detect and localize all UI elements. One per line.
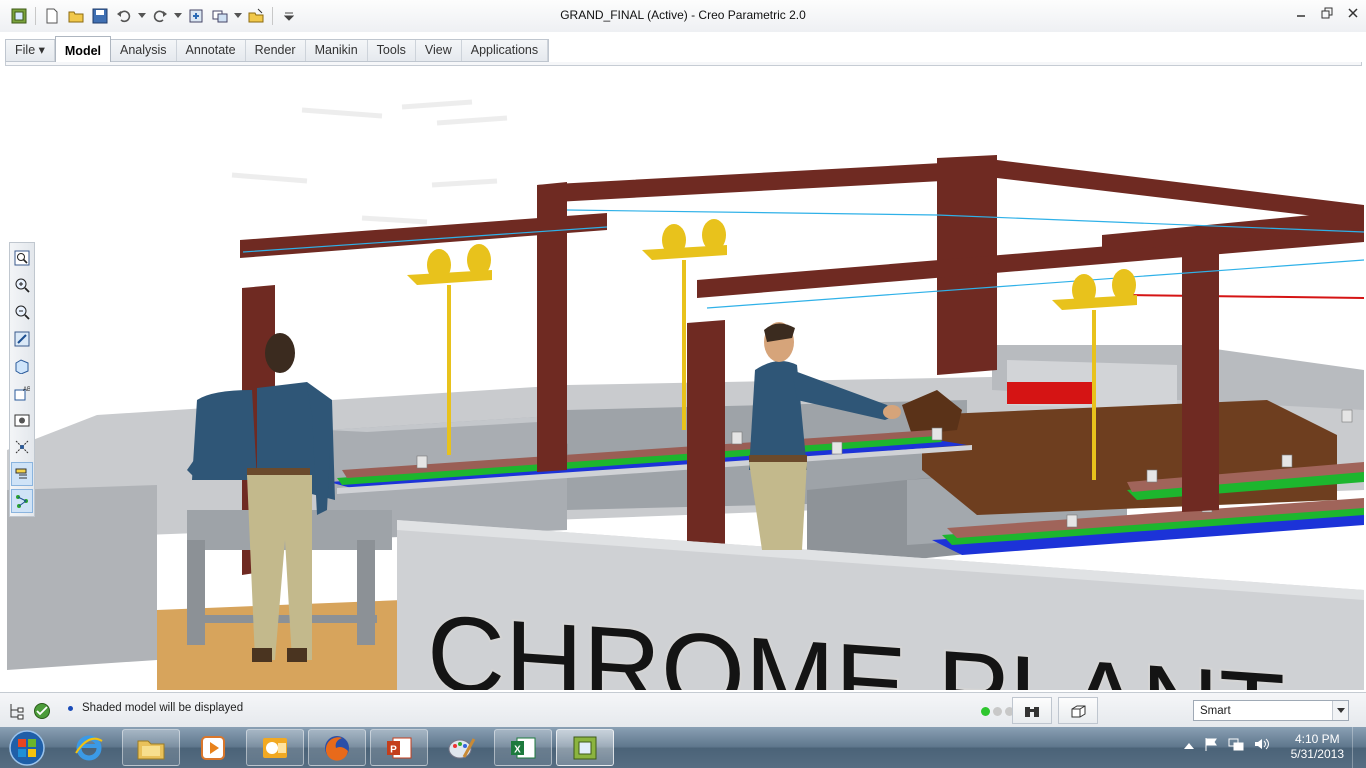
taskbar-internet-explorer[interactable] <box>60 729 118 766</box>
clock-date: 5/31/2013 <box>1290 747 1344 761</box>
tab-tools[interactable]: Tools <box>368 40 416 61</box>
tab-analysis[interactable]: Analysis <box>111 40 177 61</box>
model-3d-scene[interactable]: CHROME PLANT <box>7 70 1364 690</box>
volume-icon[interactable] <box>1254 737 1270 754</box>
regenerate-icon[interactable] <box>185 5 207 27</box>
graphics-window[interactable]: CHROME PLANT AB <box>7 70 1364 690</box>
windows-icon[interactable] <box>209 5 231 27</box>
tab-annotate[interactable]: Annotate <box>177 40 246 61</box>
spin-center-icon[interactable] <box>11 489 33 513</box>
redo-dropdown-icon[interactable] <box>173 5 183 27</box>
excel-icon: X <box>511 737 536 758</box>
status-message: Shaded model will be displayed <box>82 702 244 714</box>
annotation-display-icon[interactable] <box>11 462 33 486</box>
smart-filter-select[interactable]: Smart <box>1193 700 1349 721</box>
regen-green-dot-icon <box>981 707 990 716</box>
datum-display-icon[interactable] <box>11 435 33 459</box>
internet-explorer-icon <box>75 735 103 760</box>
view-manager-icon[interactable] <box>11 408 33 432</box>
creo-icon <box>573 736 597 759</box>
quick-access-toolbar <box>0 0 300 32</box>
view-toolbar: AB <box>9 242 35 517</box>
powerpoint-icon: P <box>387 737 412 758</box>
show-desktop-button[interactable] <box>1352 727 1366 768</box>
windows-dropdown-icon[interactable] <box>233 5 243 27</box>
new-icon[interactable] <box>41 5 63 27</box>
network-icon[interactable] <box>1228 737 1244 754</box>
open-icon[interactable] <box>65 5 87 27</box>
regeneration-status <box>981 707 1014 716</box>
tab-file[interactable]: File ▾ <box>6 40 55 61</box>
repaint-icon[interactable] <box>11 327 33 351</box>
taskbar-firefox[interactable] <box>308 729 366 766</box>
svg-text:X: X <box>514 744 521 755</box>
window-controls <box>1288 0 1366 26</box>
outlook-icon <box>263 737 287 758</box>
taskbar-powerpoint[interactable]: P <box>370 729 428 766</box>
restore-icon[interactable] <box>1314 0 1340 26</box>
message-area: Shaded model will be displayed <box>68 702 243 714</box>
taskbar-excel[interactable]: X <box>494 729 552 766</box>
selection-filter-button[interactable] <box>1058 697 1098 724</box>
clock-time: 4:10 PM <box>1294 732 1340 746</box>
system-tray <box>1184 737 1270 754</box>
show-hidden-icons-icon[interactable] <box>1184 739 1194 753</box>
chevron-down-icon[interactable] <box>1332 701 1348 720</box>
regen-grey-dot-icon <box>993 707 1002 716</box>
firefox-icon <box>325 735 349 761</box>
close-window-icon[interactable] <box>245 5 267 27</box>
title-bar: GRAND_FINAL (Active) - Creo Parametric 2… <box>0 0 1366 32</box>
svg-text:P: P <box>390 744 397 755</box>
svg-text:AB: AB <box>23 387 30 393</box>
filter-value: Smart <box>1200 704 1231 717</box>
taskbar-creo[interactable] <box>556 729 614 766</box>
undo-icon[interactable] <box>113 5 135 27</box>
creo-app-window: GRAND_FINAL (Active) - Creo Parametric 2… <box>0 0 1366 768</box>
ribbon-tabs: File ▾ Model Analysis Annotate Render Ma… <box>5 36 550 62</box>
saved-views-icon[interactable]: AB <box>11 381 33 405</box>
ribbon-tab-bar: File ▾ Model Analysis Annotate Render Ma… <box>0 36 1366 89</box>
find-button[interactable] <box>1012 697 1052 724</box>
redo-icon[interactable] <box>149 5 171 27</box>
zoom-out-icon[interactable] <box>11 300 33 324</box>
binoculars-icon <box>1025 706 1039 717</box>
tab-render[interactable]: Render <box>246 40 306 61</box>
zoom-in-icon[interactable] <box>11 273 33 297</box>
undo-dropdown-icon[interactable] <box>137 5 147 27</box>
tab-applications[interactable]: Applications <box>462 40 549 61</box>
web-browser-icon[interactable] <box>33 702 51 720</box>
taskbar-file-explorer[interactable] <box>122 729 180 766</box>
close-icon[interactable] <box>1340 0 1366 26</box>
start-button[interactable] <box>4 728 50 767</box>
customize-icon[interactable] <box>278 5 300 27</box>
ribbon-panel <box>5 62 1362 66</box>
paint-icon <box>448 737 476 758</box>
save-icon[interactable] <box>89 5 111 27</box>
folder-icon <box>137 740 165 759</box>
taskbar-media-player[interactable] <box>184 729 242 766</box>
tab-manikin[interactable]: Manikin <box>306 40 368 61</box>
action-center-flag-icon[interactable] <box>1204 737 1218 754</box>
app-icon[interactable] <box>8 5 30 27</box>
red-hoist-block <box>1007 382 1092 404</box>
message-bullet-icon <box>68 705 73 711</box>
taskbar-outlook[interactable] <box>246 729 304 766</box>
refit-icon[interactable] <box>11 246 33 270</box>
cube-icon <box>1071 705 1086 717</box>
display-style-icon[interactable] <box>11 354 33 378</box>
windows-taskbar: P X 4:10 PM 5/31/2013 <box>0 727 1366 768</box>
media-player-icon <box>201 735 225 760</box>
model-tree-icon[interactable] <box>8 702 26 720</box>
tab-model[interactable]: Model <box>54 36 111 62</box>
taskbar-paint[interactable] <box>432 729 490 766</box>
clock[interactable]: 4:10 PM 5/31/2013 <box>1291 732 1344 762</box>
tab-view[interactable]: View <box>416 40 462 61</box>
windows-orb-icon <box>9 729 45 766</box>
minimize-icon[interactable] <box>1288 0 1314 26</box>
status-bar: Shaded model will be displayed Smart <box>0 692 1366 727</box>
